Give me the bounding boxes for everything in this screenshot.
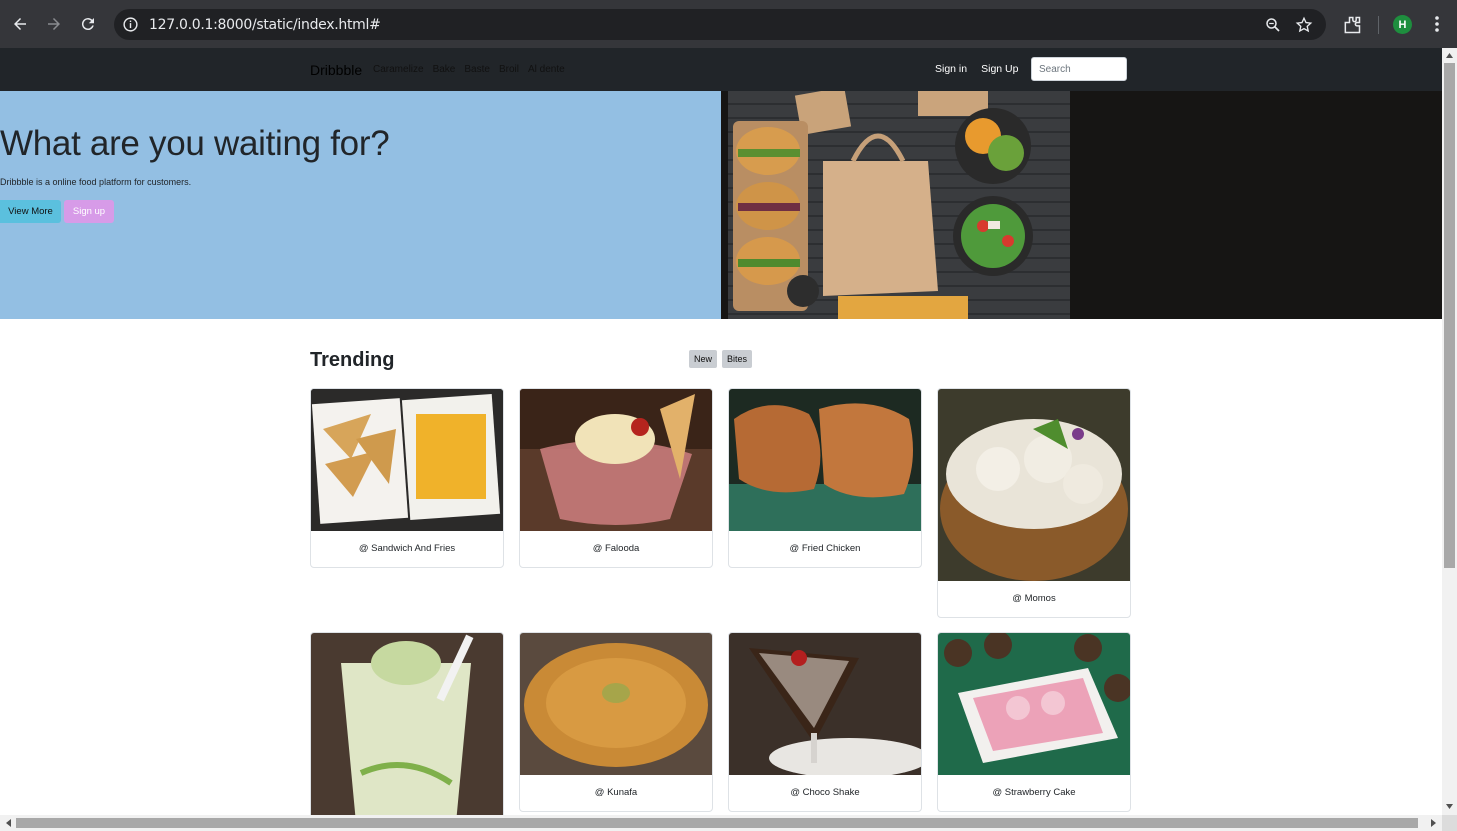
food-caption: @ Sandwich And Fries [358, 543, 456, 554]
food-caption: @ Falooda [592, 543, 640, 554]
hero-sign-up-button[interactable]: Sign up [64, 200, 114, 223]
food-delivery-image [728, 91, 1070, 319]
trending-heading: Trending [310, 349, 395, 371]
choco-shake-image [729, 633, 921, 775]
sign-in-link[interactable]: Sign in [935, 63, 967, 75]
nav-link-broil[interactable]: Broil [499, 64, 519, 75]
food-card-fried-chicken[interactable]: @ Fried Chicken [728, 388, 922, 568]
nav-link-al-dente[interactable]: Al dente [528, 64, 565, 75]
food-card-momos[interactable]: @ Momos [937, 388, 1131, 618]
food-card-sandwich[interactable]: @ Sandwich And Fries [310, 388, 504, 568]
nav-links: Caramelize Bake Baste Broil Al dente [373, 64, 565, 75]
green-shake-image [311, 633, 503, 815]
page-viewport: Dribbble Caramelize Bake Baste Broil Al … [0, 48, 1442, 815]
forward-icon[interactable] [42, 12, 66, 36]
food-caption: @ Kunafa [594, 787, 638, 798]
strawberry-cake-image [938, 633, 1130, 775]
search-input[interactable]: Search [1031, 57, 1127, 81]
brand-logo[interactable]: Dribbble [310, 62, 362, 78]
auth-links: Sign in Sign Up [935, 63, 1018, 75]
food-caption: @ Strawberry Cake [992, 787, 1076, 798]
fried-chicken-image [729, 389, 921, 531]
hero-section: What are you waiting for? Dribbble is a … [0, 91, 721, 319]
food-card-shake[interactable] [310, 632, 504, 815]
food-card-falooda[interactable]: @ Falooda [519, 388, 713, 568]
toolbar-divider [1378, 16, 1379, 34]
extensions-icon[interactable] [1342, 15, 1362, 35]
vertical-scrollbar[interactable] [1442, 48, 1457, 815]
scroll-left-icon[interactable] [4, 819, 12, 827]
hero-title: What are you waiting for? [0, 124, 390, 163]
sign-up-link[interactable]: Sign Up [981, 63, 1018, 75]
tag-bites[interactable]: Bites [722, 350, 753, 368]
scroll-down-icon[interactable] [1445, 802, 1454, 811]
scroll-up-icon[interactable] [1445, 51, 1454, 60]
nav-link-bake[interactable]: Bake [433, 64, 456, 75]
site-info-icon[interactable] [122, 16, 139, 33]
scroll-right-icon[interactable] [1430, 819, 1438, 827]
bookmark-star-icon[interactable] [1295, 16, 1313, 34]
browser-toolbar: 127.0.0.1:8000/static/index.html# H [0, 0, 1457, 48]
hero-subtitle: Dribbble is a online food platform for c… [0, 177, 192, 187]
horizontal-scrollbar[interactable] [0, 815, 1442, 831]
nav-link-baste[interactable]: Baste [464, 64, 490, 75]
url-text: 127.0.0.1:8000/static/index.html# [149, 17, 381, 33]
hero-image-panel [721, 91, 1442, 319]
food-caption: @ Momos [1012, 593, 1056, 604]
falooda-image [520, 389, 712, 531]
reload-icon[interactable] [76, 12, 100, 36]
nav-link-caramelize[interactable]: Caramelize [373, 64, 424, 75]
food-caption: @ Fried Chicken [789, 543, 861, 554]
vertical-scroll-thumb[interactable] [1444, 63, 1455, 568]
horizontal-scroll-thumb[interactable] [16, 818, 1418, 828]
view-more-button[interactable]: View More [0, 200, 61, 223]
food-card-strawberry-cake[interactable]: @ Strawberry Cake [937, 632, 1131, 812]
momos-image [938, 389, 1130, 581]
site-navbar: Dribbble Caramelize Bake Baste Broil Al … [0, 48, 1442, 91]
zoom-icon[interactable] [1264, 16, 1282, 34]
address-bar[interactable]: 127.0.0.1:8000/static/index.html# [114, 9, 1326, 40]
profile-avatar[interactable]: H [1393, 15, 1412, 34]
food-card-kunafa[interactable]: @ Kunafa [519, 632, 713, 812]
scroll-corner [1442, 815, 1457, 831]
food-card-choco-shake[interactable]: @ Choco Shake [728, 632, 922, 812]
back-icon[interactable] [8, 12, 32, 36]
sandwich-image [311, 389, 503, 531]
tag-new[interactable]: New [689, 350, 718, 368]
food-caption: @ Choco Shake [790, 787, 860, 798]
browser-menu-icon[interactable] [1428, 14, 1446, 34]
kunafa-image [520, 633, 712, 775]
